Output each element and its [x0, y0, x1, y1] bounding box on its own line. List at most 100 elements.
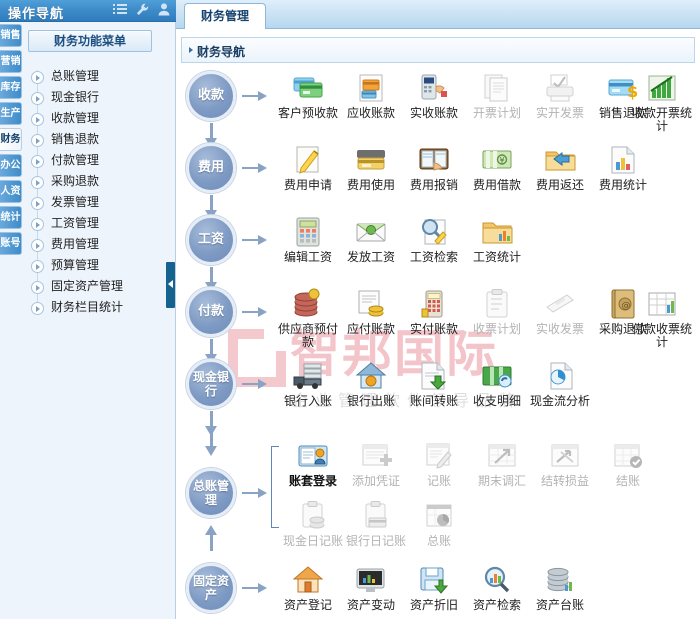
item-invoice-plan[interactable]: 开票计划 [465, 71, 529, 120]
menu-item-payments[interactable]: 付款管理 [28, 150, 168, 171]
item-label: 记账 [407, 475, 471, 488]
item-bookkeeping[interactable]: 记账 [407, 439, 471, 488]
item-label: 付款收票统计 [631, 323, 693, 349]
item-payment-invoice-stats[interactable]: 付款收票统计 [631, 287, 693, 349]
item-general-ledger-report[interactable]: 总账 [407, 499, 471, 548]
module-tab-sales[interactable]: 销售 [0, 24, 22, 47]
item-expense-use[interactable]: 费用使用 [339, 143, 403, 192]
item-bank-out[interactable]: 银行出账 [339, 359, 403, 408]
item-cash-flow-analysis[interactable]: 现金流分析 [528, 359, 592, 408]
group-bracket [271, 446, 279, 528]
item-expense-apply[interactable]: 费用申请 [276, 143, 340, 192]
item-invoice-receipt-plan[interactable]: 收票计划 [465, 287, 529, 336]
flow-arrow-right [242, 581, 268, 595]
menu-item-payroll[interactable]: 工资管理 [28, 213, 168, 234]
menu-item-sales-refund[interactable]: 销售退款 [28, 129, 168, 150]
item-label: 费用申请 [276, 179, 340, 192]
item-actual-payment[interactable]: 实付账款 [402, 287, 466, 336]
item-asset-register[interactable]: 资产登记 [276, 563, 340, 612]
item-expense-return[interactable]: 费用返还 [528, 143, 592, 192]
item-close-account[interactable]: 结账 [596, 439, 660, 488]
chart-page-icon [606, 143, 640, 177]
item-label: 供应商预付款 [276, 323, 340, 349]
svg-text:@: @ [622, 301, 631, 311]
menu-item-label: 现金银行 [51, 90, 99, 104]
item-pay-salary[interactable]: 发放工资 [339, 215, 403, 264]
item-bank-journal[interactable]: 银行日记账 [344, 499, 408, 548]
menu-item-invoice[interactable]: 发票管理 [28, 192, 168, 213]
item-account-transfer[interactable]: 账间转账 [402, 359, 466, 408]
item-expense-stats[interactable]: 费用统计 [591, 143, 655, 192]
item-payable[interactable]: 应付账款 [339, 287, 403, 336]
item-asset-change[interactable]: 资产变动 [339, 563, 403, 612]
stage-fixed-assets[interactable]: 固定资产 [186, 563, 236, 613]
menu-item-budget[interactable]: 预算管理 [28, 255, 168, 276]
stage-payment[interactable]: 付款 [186, 287, 236, 337]
module-tab-hr[interactable]: 人资 [0, 180, 22, 203]
menu-item-expense[interactable]: 费用管理 [28, 234, 168, 255]
user-icon[interactable] [158, 3, 170, 16]
calculator-pay-icon [417, 287, 451, 321]
item-expense-loan[interactable]: ¥ 费用借款 [465, 143, 529, 192]
wrench-icon[interactable] [136, 3, 149, 16]
menu-item-label: 费用管理 [51, 237, 99, 251]
item-bank-in[interactable]: 银行入账 [276, 359, 340, 408]
item-received-invoice[interactable]: 实收发票 [528, 287, 592, 336]
item-expense-reimburse[interactable]: 费用报销 [402, 143, 466, 192]
grid-pie-icon [422, 499, 456, 533]
item-asset-ledger[interactable]: 资产台账 [528, 563, 592, 612]
item-cash-journal[interactable]: 现金日记账 [281, 499, 345, 548]
item-issued-invoice[interactable]: 实开发票 [528, 71, 592, 120]
module-tab-account[interactable]: 账号 [0, 232, 22, 255]
play-bullet-icon [31, 134, 44, 147]
menu-item-purchase-refund[interactable]: 采购退款 [28, 171, 168, 192]
item-salary-search[interactable]: 工资检索 [402, 215, 466, 264]
stage-expense[interactable]: 费用 [186, 143, 236, 193]
left-panel-header-icons [113, 3, 170, 16]
module-tab-finance[interactable]: 财务 [0, 128, 22, 151]
menu-item-label: 工资管理 [51, 216, 99, 230]
module-tab-inventory[interactable]: 库存 [0, 76, 22, 99]
item-label: 实开发票 [528, 107, 592, 120]
tab-finance-management[interactable]: 财务管理 [184, 3, 266, 29]
item-salary-stats[interactable]: 工资统计 [465, 215, 529, 264]
item-actual-receipt[interactable]: 实收账款 [402, 71, 466, 120]
item-carryover-pl[interactable]: 结转损益 [533, 439, 597, 488]
module-tab-marketing[interactable]: 营销 [0, 50, 22, 73]
stage-general-ledger[interactable]: 总账管理 [186, 468, 236, 518]
menu-item-fixed-assets[interactable]: 固定资产管理 [28, 276, 168, 297]
item-ledger-login[interactable]: 账套登录 [281, 439, 345, 488]
item-asset-depreciation[interactable]: 资产折旧 [402, 563, 466, 612]
item-customer-prepay[interactable]: 客户预收款 [276, 71, 340, 120]
item-receipt-invoice-stats[interactable]: 收款开票统计 [631, 71, 693, 133]
menu-item-finance-stats[interactable]: 财务栏目统计 [28, 297, 168, 318]
item-period-end-exchange[interactable]: 期末调汇 [470, 439, 534, 488]
module-tab-office[interactable]: 办公 [0, 154, 22, 177]
flow-arrow-right [242, 305, 268, 319]
item-supplier-prepay[interactable]: 供应商预付款 [276, 287, 340, 349]
item-add-voucher[interactable]: 添加凭证 [344, 439, 408, 488]
finance-menu-button[interactable]: 财务功能菜单 [28, 30, 152, 52]
stage-label: 总账管理 [189, 479, 233, 507]
finance-menu-column: 财务功能菜单 总账管理 现金银行 收款管理 销售退款 付款管理 采购退款 发票管… [28, 30, 168, 318]
collapse-panel-handle[interactable] [166, 262, 175, 308]
item-asset-search[interactable]: 资产检索 [465, 563, 529, 612]
module-tab-statistics[interactable]: 统计 [0, 206, 22, 229]
menu-item-cash-bank[interactable]: 现金银行 [28, 87, 168, 108]
menu-item-general-ledger[interactable]: 总账管理 [28, 66, 168, 87]
item-label: 收款开票统计 [631, 107, 693, 133]
stage-payroll[interactable]: 工资 [186, 215, 236, 265]
menu-item-label: 采购退款 [51, 174, 99, 188]
item-edit-salary[interactable]: 编辑工资 [276, 215, 340, 264]
play-bullet-icon [31, 155, 44, 168]
item-income-expense-detail[interactable]: 收支明细 [465, 359, 529, 408]
magnifier-page-icon [417, 215, 451, 249]
item-receivable[interactable]: 应收账款 [339, 71, 403, 120]
stage-receipts[interactable]: 收款 [186, 71, 236, 121]
module-tab-label: 办公 [0, 160, 21, 171]
module-tab-production[interactable]: 生产 [0, 102, 22, 125]
menu-item-receipts[interactable]: 收款管理 [28, 108, 168, 129]
list-icon[interactable] [113, 3, 127, 16]
stage-cash-bank[interactable]: 现金银行 [186, 359, 236, 409]
invoice-scan-icon [543, 287, 577, 321]
